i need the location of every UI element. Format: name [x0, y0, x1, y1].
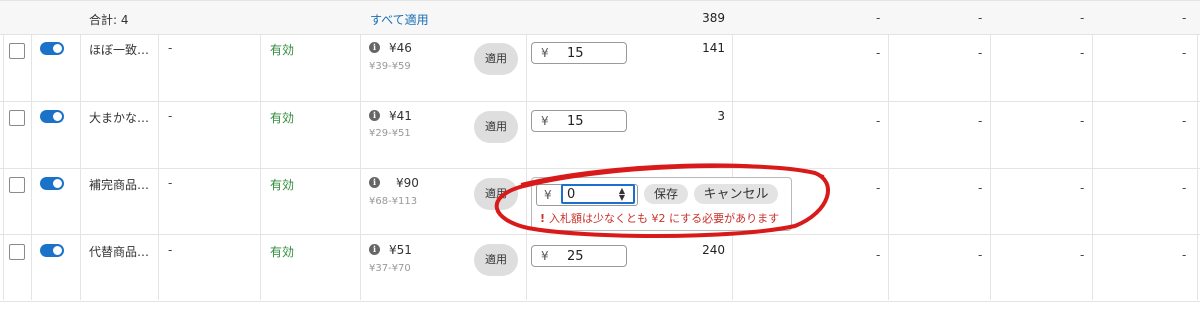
info-icon[interactable]: i — [369, 244, 380, 255]
cell-dash: - — [978, 46, 983, 60]
bid-edit-field[interactable]: ¥ 0 ▲ ▼ — [536, 184, 638, 206]
cell-dash: - — [876, 46, 881, 60]
cell-dash: - — [168, 176, 173, 190]
cell-dash: - — [978, 114, 983, 128]
cell-dash: - — [1182, 114, 1187, 128]
cell-dash: - — [1080, 181, 1085, 195]
total-value: 389 — [702, 11, 725, 25]
apply-button[interactable]: 適用 — [474, 244, 518, 276]
row-value: 3 — [717, 109, 725, 123]
suggested-bid: ¥90 — [396, 176, 419, 190]
cancel-button[interactable]: キャンセル — [694, 184, 778, 204]
summary-dash: - — [876, 11, 881, 25]
spinner-icon[interactable]: ▲ ▼ — [619, 187, 625, 202]
cell-dash: - — [1182, 181, 1187, 195]
summary-dash: - — [978, 11, 983, 25]
bid-value: 25 — [567, 249, 584, 264]
row-checkbox[interactable] — [9, 177, 25, 193]
cell-dash: - — [978, 181, 983, 195]
row-value: 141 — [702, 41, 725, 55]
currency-symbol: ¥ — [544, 188, 552, 202]
status-label: 有効 — [270, 111, 295, 125]
currency-symbol: ¥ — [541, 249, 549, 263]
cell-dash: - — [876, 114, 881, 128]
bid-field[interactable]: ¥ 15 — [531, 42, 627, 64]
suggested-bid: ¥41 — [389, 109, 412, 123]
currency-symbol: ¥ — [541, 46, 549, 60]
error-message: ! 入札額は少なくとも ¥2 にする必要があります — [540, 210, 779, 226]
apply-button[interactable]: 適用 — [474, 43, 518, 75]
row-checkbox[interactable] — [9, 110, 25, 126]
cell-dash: - — [1080, 114, 1085, 128]
summary-dash: - — [1182, 11, 1187, 25]
apply-all-link[interactable]: すべて適用 — [370, 11, 429, 28]
bid-field[interactable]: ¥ 15 — [531, 110, 627, 132]
suggested-bid: ¥51 — [389, 243, 412, 257]
row-value: 240 — [702, 243, 725, 257]
target-name[interactable]: 代替商品… — [89, 243, 149, 260]
error-icon: ! — [540, 212, 546, 225]
cell-dash: - — [876, 248, 881, 262]
bid-field[interactable]: ¥ 25 — [531, 245, 627, 267]
toggle-icon[interactable] — [40, 177, 64, 190]
target-name[interactable]: ほぼ一致… — [89, 41, 149, 58]
currency-symbol: ¥ — [541, 114, 549, 128]
bid-edit-input[interactable]: 0 ▲ ▼ — [561, 184, 635, 204]
cell-dash: - — [168, 41, 173, 55]
cell-dash: - — [1080, 46, 1085, 60]
toggle-icon[interactable] — [40, 244, 64, 257]
cell-dash: - — [1080, 248, 1085, 262]
bid-range: ¥29-¥51 — [369, 128, 411, 139]
bid-value: 15 — [567, 114, 584, 129]
total-label: 合計: 4 — [89, 13, 129, 27]
bid-range: ¥39-¥59 — [369, 61, 411, 72]
apply-button[interactable]: 適用 — [474, 178, 518, 210]
bid-range: ¥68-¥113 — [369, 196, 418, 207]
suggested-bid: ¥46 — [389, 41, 412, 55]
target-name[interactable]: 大まかな… — [89, 109, 149, 126]
info-icon[interactable]: i — [369, 110, 380, 121]
row-checkbox[interactable] — [9, 244, 25, 260]
info-icon[interactable]: i — [369, 42, 380, 53]
error-text: 入札額は少なくとも ¥2 にする必要があります — [549, 212, 780, 225]
cell-dash: - — [876, 181, 881, 195]
cell-dash: - — [168, 109, 173, 123]
row-checkbox[interactable] — [9, 43, 25, 59]
cell-dash: - — [1182, 248, 1187, 262]
toggle-icon[interactable] — [40, 110, 64, 123]
bid-edit-value: 0 — [567, 187, 576, 202]
bid-range: ¥37-¥70 — [369, 263, 411, 274]
info-icon[interactable]: i — [369, 177, 380, 188]
toggle-icon[interactable] — [40, 42, 64, 55]
cell-dash: - — [168, 243, 173, 257]
summary-dash: - — [1080, 11, 1085, 25]
apply-button[interactable]: 適用 — [474, 111, 518, 143]
bid-value: 15 — [567, 46, 584, 61]
cell-dash: - — [1182, 46, 1187, 60]
save-button[interactable]: 保存 — [644, 184, 688, 204]
status-label: 有効 — [270, 245, 295, 259]
target-name[interactable]: 補完商品… — [89, 176, 149, 193]
cell-dash: - — [978, 248, 983, 262]
summary-row — [0, 0, 1200, 35]
status-label: 有効 — [270, 178, 295, 192]
status-label: 有効 — [270, 43, 295, 57]
bid-editor-popover: ¥ 0 ▲ ▼ 保存 キャンセル ! 入札額は少なくとも ¥2 にする必要があります — [531, 177, 792, 231]
